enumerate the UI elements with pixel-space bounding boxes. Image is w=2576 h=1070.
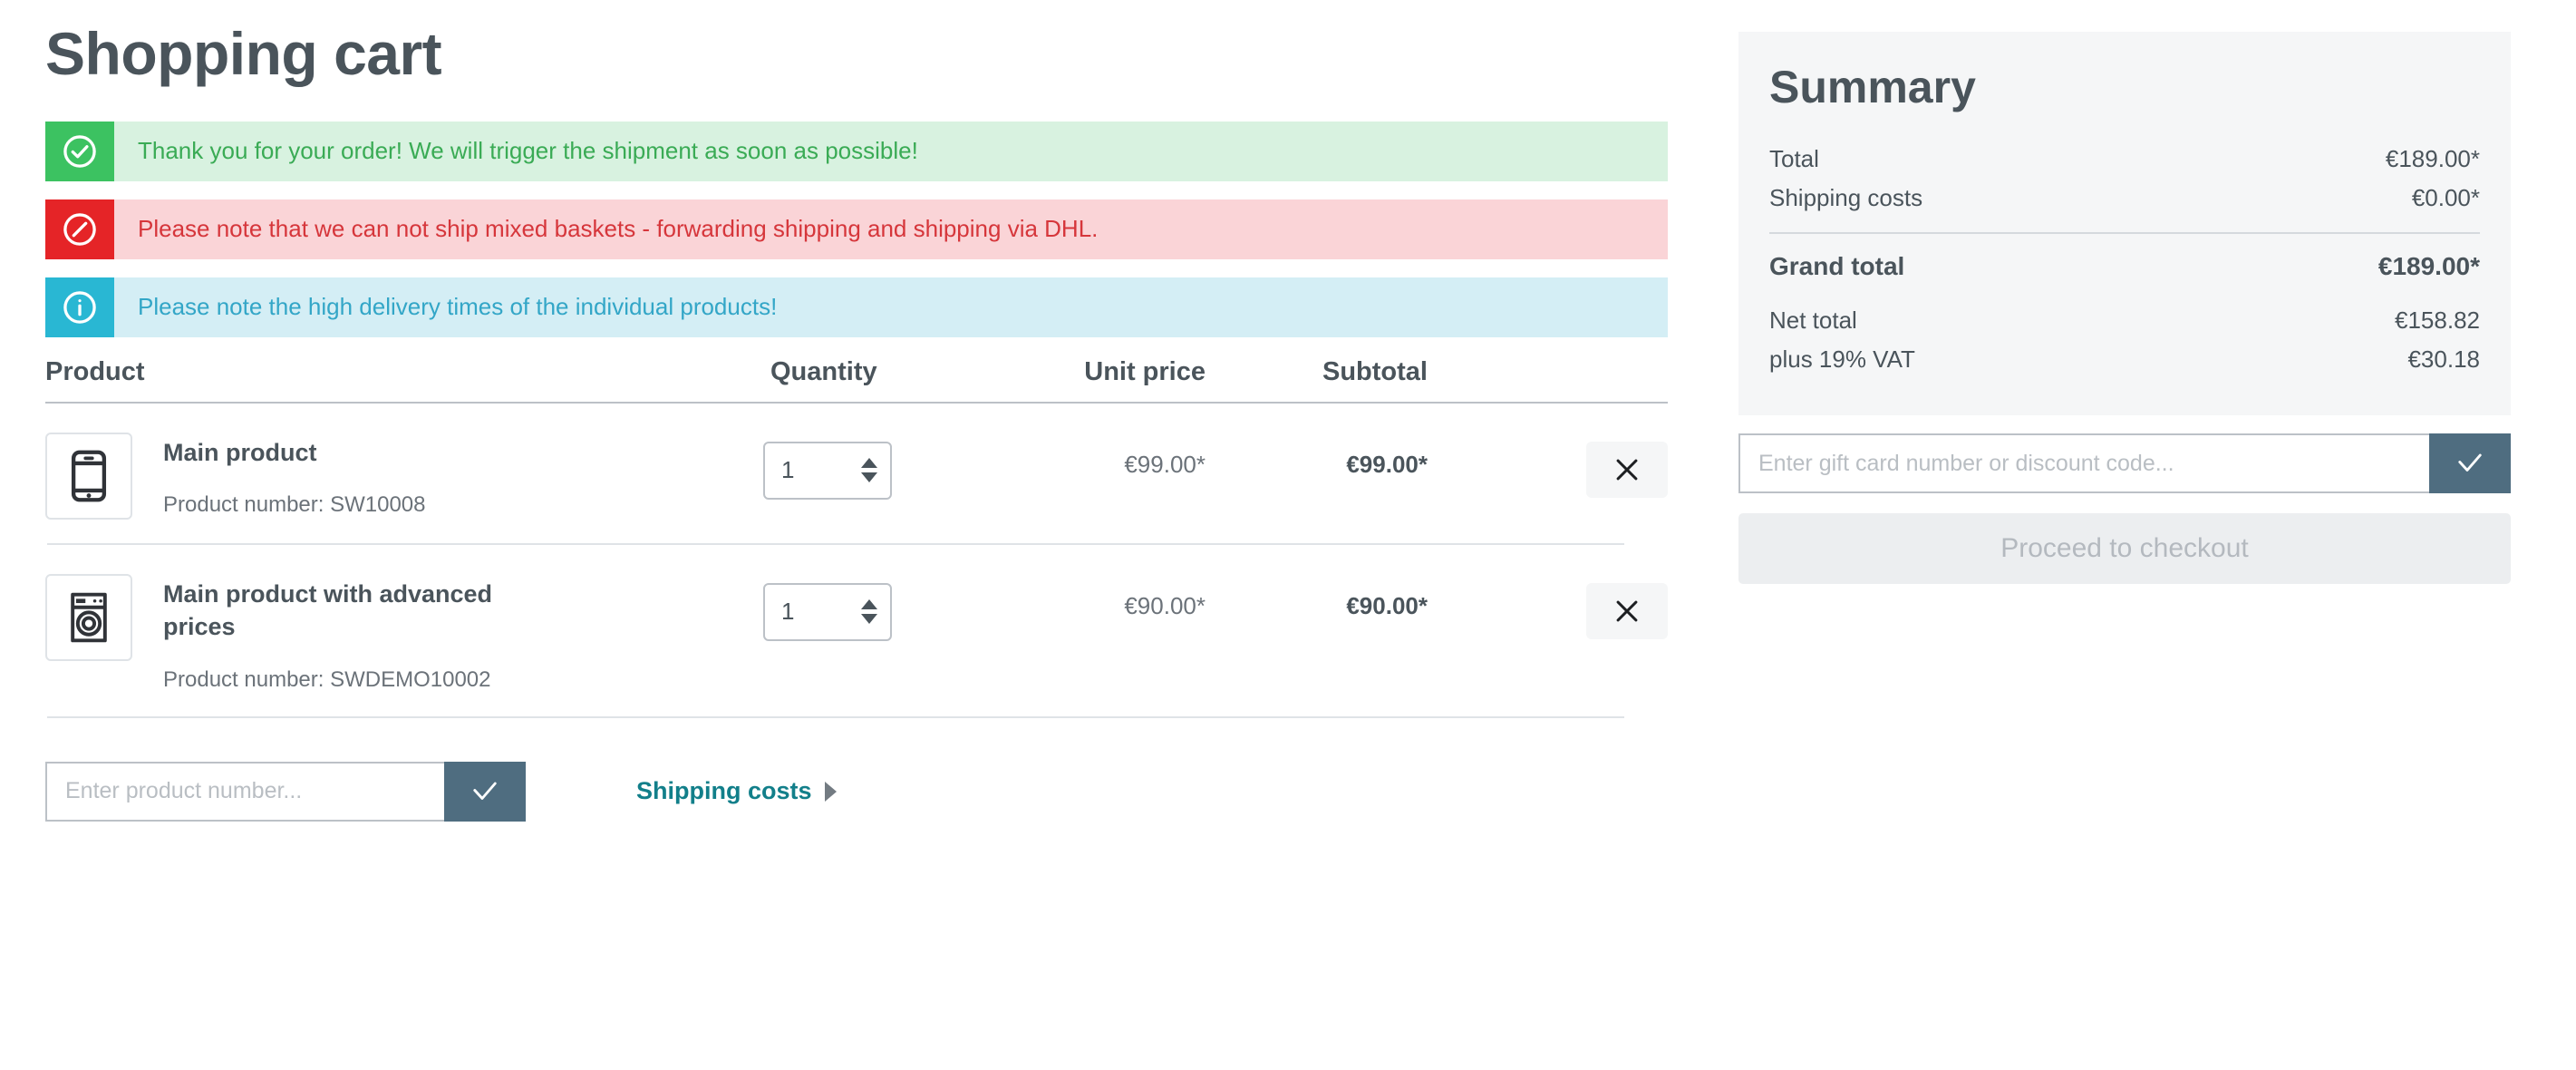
unit-price: €99.00* bbox=[1124, 450, 1206, 478]
row-product-cell: Main product with advanced prices Produc… bbox=[45, 572, 761, 693]
grand-total-value: €189.00* bbox=[2377, 252, 2480, 280]
alert-danger-text: Please note that we can not ship mixed b… bbox=[114, 199, 1668, 259]
shipping-costs-label: Shipping costs bbox=[636, 777, 812, 805]
product-number: Product number: SW10008 bbox=[163, 492, 426, 518]
gift-card-form bbox=[1738, 433, 2511, 493]
check-icon bbox=[2458, 453, 2482, 472]
row-remove-cell bbox=[1477, 431, 1668, 498]
summary-spacer bbox=[1769, 288, 2480, 301]
product-name[interactable]: Main product with advanced prices bbox=[163, 578, 544, 644]
summary-shipping-value: €0.00* bbox=[2411, 184, 2480, 211]
close-icon bbox=[1616, 459, 1638, 481]
page-title: Shopping cart bbox=[45, 20, 442, 87]
summary-line-shipping: Shipping costs €0.00* bbox=[1769, 179, 2480, 218]
header-subtotal: Subtotal bbox=[1322, 356, 1428, 386]
row-product-cell: Main product Product number: SW10008 bbox=[45, 431, 761, 520]
cart-table-header: Product Quantity Unit price Subtotal bbox=[45, 357, 1668, 402]
add-product-form bbox=[45, 761, 526, 822]
cart-footer: Shipping costs bbox=[45, 761, 1668, 822]
summary-title: Summary bbox=[1769, 62, 1976, 112]
chevron-up-icon[interactable] bbox=[861, 599, 877, 610]
add-product-submit-button[interactable] bbox=[444, 761, 526, 822]
summary-shipping-label: Shipping costs bbox=[1769, 184, 1923, 211]
smartphone-icon[interactable] bbox=[45, 432, 132, 520]
remove-item-button[interactable] bbox=[1586, 441, 1668, 498]
product-number: Product number: SWDEMO10002 bbox=[163, 666, 491, 692]
header-product: Product bbox=[45, 356, 145, 386]
summary-line-vat: plus 19% VAT €30.18 bbox=[1769, 340, 2480, 379]
vat-label: plus 19% VAT bbox=[1769, 345, 1915, 373]
summary-column: Summary Total €189.00* Shipping costs €0… bbox=[1738, 32, 2511, 584]
net-total-label: Net total bbox=[1769, 306, 1857, 334]
chevron-up-icon[interactable] bbox=[861, 458, 877, 469]
quantity-stepper[interactable]: 1 bbox=[763, 441, 892, 500]
info-circle-icon bbox=[45, 277, 114, 337]
vat-value: €30.18 bbox=[2407, 345, 2480, 373]
summary-line-total: Total €189.00* bbox=[1769, 140, 2480, 179]
alert-danger: Please note that we can not ship mixed b… bbox=[45, 199, 1668, 259]
shopping-cart-page: Shopping cart Thank you for your order! … bbox=[0, 0, 2576, 1070]
gift-card-input[interactable] bbox=[1738, 433, 2429, 493]
spinner-arrows-icon[interactable] bbox=[861, 599, 877, 625]
row-remove-cell bbox=[1477, 572, 1668, 639]
net-total-value: €158.82 bbox=[2395, 306, 2480, 334]
subtotal-price: €90.00* bbox=[1346, 591, 1428, 619]
check-icon bbox=[473, 782, 497, 800]
chevron-right-icon bbox=[824, 781, 837, 802]
summary-panel: Summary Total €189.00* Shipping costs €0… bbox=[1738, 32, 2511, 415]
row-quantity-cell: 1 bbox=[761, 431, 1042, 500]
chevron-down-icon[interactable] bbox=[861, 614, 877, 625]
table-row: Main product with advanced prices Produc… bbox=[45, 545, 1668, 716]
proceed-to-checkout-button[interactable]: Proceed to checkout bbox=[1738, 513, 2511, 584]
product-number-input[interactable] bbox=[45, 761, 444, 822]
product-name[interactable]: Main product bbox=[163, 436, 426, 469]
blocked-circle-icon bbox=[45, 199, 114, 259]
grand-total-label: Grand total bbox=[1769, 252, 1905, 280]
subtotal-price: €99.00* bbox=[1346, 450, 1428, 478]
summary-line-grand-total: Grand total €189.00* bbox=[1769, 245, 2480, 288]
washing-machine-icon[interactable] bbox=[45, 573, 132, 661]
unit-price: €90.00* bbox=[1124, 591, 1206, 619]
row-quantity-cell: 1 bbox=[761, 572, 1042, 641]
alert-list: Thank you for your order! We will trigge… bbox=[45, 121, 1668, 337]
table-bottom-divider bbox=[47, 715, 1624, 718]
cart-column: Shopping cart Thank you for your order! … bbox=[45, 0, 1668, 822]
gift-card-submit-button[interactable] bbox=[2429, 433, 2511, 493]
quantity-stepper[interactable]: 1 bbox=[763, 582, 892, 641]
quantity-value: 1 bbox=[781, 456, 795, 484]
alert-success: Thank you for your order! We will trigge… bbox=[45, 121, 1668, 181]
spinner-arrows-icon[interactable] bbox=[861, 458, 877, 483]
quantity-value: 1 bbox=[781, 598, 795, 626]
header-quantity: Quantity bbox=[770, 356, 877, 386]
alert-info: Please note the high delivery times of t… bbox=[45, 277, 1668, 337]
header-unit-price: Unit price bbox=[1084, 356, 1206, 386]
cart-table: Product Quantity Unit price Subtotal Mai… bbox=[45, 357, 1668, 718]
table-row: Main product Product number: SW10008 1 €… bbox=[45, 404, 1668, 543]
summary-total-value: €189.00* bbox=[2385, 145, 2480, 172]
chevron-down-icon[interactable] bbox=[861, 472, 877, 483]
summary-total-label: Total bbox=[1769, 145, 1819, 172]
shipping-costs-link[interactable]: Shipping costs bbox=[636, 777, 837, 805]
summary-divider bbox=[1769, 232, 2480, 234]
alert-success-text: Thank you for your order! We will trigge… bbox=[114, 121, 1668, 181]
alert-info-text: Please note the high delivery times of t… bbox=[114, 277, 1668, 337]
remove-item-button[interactable] bbox=[1586, 582, 1668, 639]
close-icon bbox=[1616, 600, 1638, 622]
summary-line-net-total: Net total €158.82 bbox=[1769, 301, 2480, 340]
check-circle-icon bbox=[45, 121, 114, 181]
